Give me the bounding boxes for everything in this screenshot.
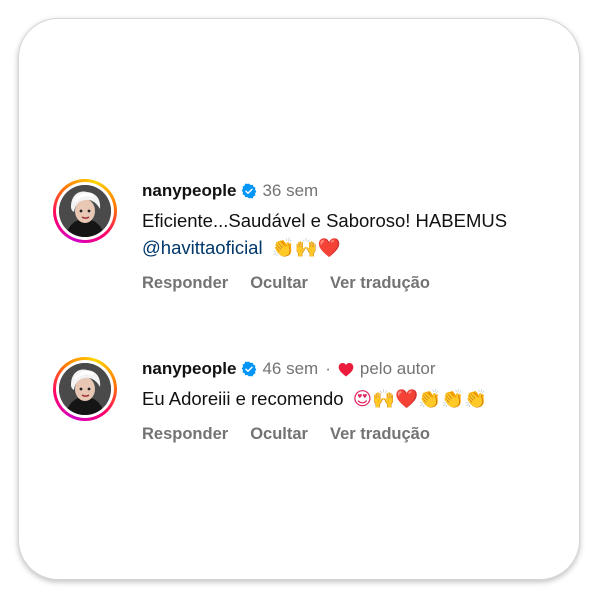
mention-link[interactable]: @havittaoficial: [142, 237, 263, 258]
comment-text: Eu Adoreiii e recomendo 😍🙌❤️👏👏👏: [142, 385, 562, 413]
avatar-photo: [59, 185, 111, 237]
hide-button[interactable]: Ocultar: [250, 274, 308, 293]
comment-meta: nanypeople 46 sem · pelo autor: [142, 357, 562, 381]
comment-emojis: 👏🙌❤️: [271, 238, 341, 259]
timestamp[interactable]: 36 sem: [262, 181, 318, 201]
see-translation-button[interactable]: Ver tradução: [330, 274, 430, 293]
separator-dot: ·: [325, 359, 331, 378]
hide-button[interactable]: Ocultar: [250, 425, 308, 444]
liked-by-author-label: pelo autor: [359, 359, 436, 378]
comment-actions: Responder Ocultar Ver tradução: [142, 274, 562, 293]
comment-actions: Responder Ocultar Ver tradução: [142, 425, 562, 444]
comment-body: Eu Adoreiii e recomendo: [142, 388, 344, 409]
comment-emojis: 😍🙌❤️👏👏👏: [352, 389, 488, 410]
timestamp[interactable]: 46 sem: [262, 359, 318, 379]
comment-text: Eficiente...Saudável e Saboroso! HABEMUS…: [142, 207, 562, 262]
verified-badge-icon: [242, 183, 257, 199]
avatar[interactable]: [53, 357, 117, 421]
comment-content: nanypeople 46 sem · pelo autor Eu Adorei…: [142, 357, 562, 444]
username[interactable]: nanypeople: [142, 181, 236, 201]
reply-button[interactable]: Responder: [142, 274, 228, 293]
comment-content: nanypeople 36 sem Eficiente...Saudável e…: [142, 179, 562, 293]
reply-button[interactable]: Responder: [142, 425, 228, 444]
screenshot-card: nanypeople 36 sem Eficiente...Saudável e…: [18, 18, 580, 580]
heart-icon: [338, 362, 354, 376]
avatar[interactable]: [53, 179, 117, 243]
comment-body: Eficiente...Saudável e Saboroso! HABEMUS: [142, 210, 508, 231]
verified-badge-icon: [242, 361, 257, 377]
username[interactable]: nanypeople: [142, 359, 236, 379]
see-translation-button[interactable]: Ver tradução: [330, 425, 430, 444]
avatar-photo: [59, 363, 111, 415]
comment-meta: nanypeople 36 sem: [142, 179, 562, 203]
